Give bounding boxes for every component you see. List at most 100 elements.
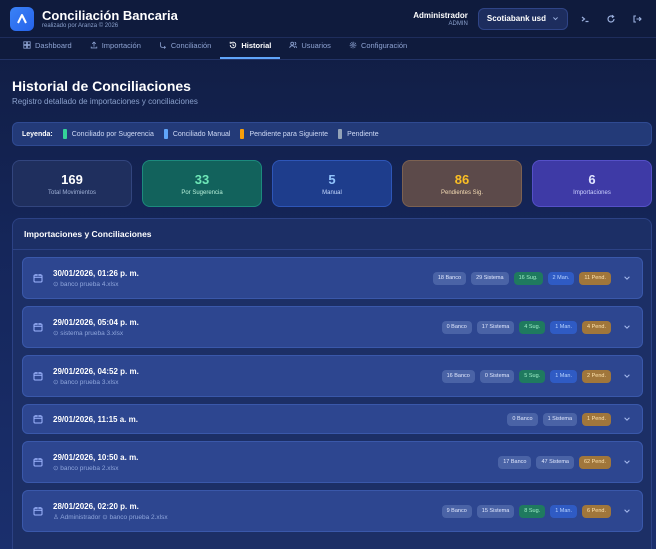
tab-conciliacion[interactable]: Conciliación — [150, 39, 220, 59]
legend-item-manual: Conciliado Manual — [163, 129, 230, 139]
badge-sistema: 47 Sistema — [536, 455, 574, 469]
legend-label: Conciliado por Sugerencia — [71, 130, 154, 138]
badge-sistema: 0 Sistema — [479, 369, 515, 383]
import-row[interactable]: 29/01/2026, 05:04 p. m. ⊙ sistema prueba… — [22, 306, 643, 348]
grid-icon — [23, 41, 31, 49]
tab-historial[interactable]: Historial — [220, 39, 281, 59]
row-badges: 0 Banco 17 Sistema 4 Sug. 1 Man. 4 Pend. — [441, 320, 632, 334]
row-meta: ⊙ sistema prueba 3.xlsx — [53, 329, 139, 337]
badge-sugerencia: 5 Sug. — [519, 369, 546, 383]
stat-pendientes-sig: 86 Pendientes Sig. — [402, 160, 522, 207]
legend-title: Leyenda: — [22, 130, 53, 138]
row-file: banco prueba 3.xlsx — [60, 378, 119, 386]
badge-pendiente: 62 Pend. — [578, 455, 611, 469]
badge-pendiente: 4 Pend. — [582, 320, 611, 334]
badge-banco: 18 Banco — [432, 271, 467, 285]
tab-dashboard[interactable]: Dashboard — [14, 39, 81, 59]
user-info: Administrador ADMIN — [413, 11, 468, 27]
badge-manual: 1 Man. — [550, 320, 578, 334]
refresh-icon[interactable] — [602, 10, 620, 28]
history-icon — [230, 41, 237, 49]
chevron-down-icon[interactable] — [622, 506, 632, 516]
legend-label: Pendiente — [347, 130, 379, 138]
app-logo — [10, 6, 34, 31]
top-header: Conciliación Bancaria realizado por Aran… — [0, 0, 656, 38]
badge-banco: 17 Banco — [498, 455, 532, 469]
brand: Conciliación Bancaria realizado por Aran… — [42, 8, 178, 29]
badge-banco: 0 Banco — [507, 412, 538, 426]
tab-label: Configuración — [360, 40, 408, 50]
legend-swatch — [163, 129, 168, 139]
calendar-icon — [33, 414, 44, 425]
row-badges: 16 Banco 0 Sistema 5 Sug. 1 Man. 2 Pend. — [441, 369, 632, 383]
badge-sugerencia: 4 Sug. — [519, 320, 546, 334]
row-meta: ⊙ banco prueba 3.xlsx — [53, 378, 139, 386]
calendar-icon — [33, 322, 44, 333]
row-date: 29/01/2026, 10:50 a. m. — [53, 452, 139, 462]
badge-banco: 16 Banco — [441, 369, 475, 383]
tab-importacion[interactable]: Importación — [81, 39, 150, 59]
row-date: 28/01/2026, 02:20 p. m. — [53, 501, 139, 511]
calendar-icon — [33, 457, 44, 468]
chevron-down-icon[interactable] — [622, 273, 632, 283]
stat-total-movimientos: 169 Total Movimientos — [12, 160, 132, 207]
badge-banco: 9 Banco — [441, 504, 472, 518]
app-title: Conciliación Bancaria — [42, 8, 178, 23]
stat-por-sugerencia: 33 Por Sugerencia — [142, 160, 262, 207]
row-text: 29/01/2026, 10:50 a. m. ⊙ banco prueba 2… — [53, 453, 138, 472]
badge-pendiente: 6 Pend. — [582, 504, 611, 518]
page-subtitle: Registro detallado de importaciones y co… — [12, 97, 198, 106]
legend: Leyenda: Conciliado por Sugerencia Conci… — [12, 122, 652, 146]
gear-icon — [349, 41, 357, 49]
stat-label: Pendientes Sig. — [440, 189, 484, 196]
terminal-icon[interactable] — [576, 10, 594, 28]
badge-sistema: 17 Sistema — [476, 320, 515, 334]
chevron-down-icon[interactable] — [622, 414, 632, 424]
panel-title: Importaciones y Conciliaciones — [13, 219, 651, 250]
tab-usuarios[interactable]: Usuarios — [280, 39, 340, 59]
logout-icon[interactable] — [628, 10, 646, 28]
stat-value: 33 — [194, 171, 210, 187]
upload-icon — [90, 41, 97, 49]
row-meta: ⊙ banco prueba 4.xlsx — [53, 280, 139, 288]
user-role: ADMIN — [448, 20, 468, 27]
import-row[interactable]: 29/01/2026, 11:15 a. m. 0 Banco 1 Sistem… — [22, 404, 643, 434]
import-row[interactable]: 29/01/2026, 04:52 p. m. ⊙ banco prueba 3… — [22, 355, 643, 397]
row-file: banco prueba 2.xlsx — [109, 513, 168, 521]
badge-sistema: 29 Sistema — [471, 271, 509, 285]
tab-configuracion[interactable]: Configuración — [340, 39, 416, 59]
row-badges: 0 Banco 1 Sistema 1 Pend. — [507, 412, 632, 426]
badge-manual: 1 Man. — [550, 504, 578, 518]
stat-value: 86 — [454, 171, 470, 187]
row-badges: 9 Banco 15 Sistema 8 Sug. 1 Man. 6 Pend. — [441, 504, 632, 518]
row-user: Administrador — [60, 513, 101, 521]
row-badges: 18 Banco 29 Sistema 16 Sug. 2 Man. 11 Pe… — [432, 271, 632, 285]
stat-manual: 5 Manual — [272, 160, 392, 207]
tab-label: Historial — [241, 40, 272, 50]
tab-label: Importación — [101, 40, 141, 50]
badge-pendiente: 11 Pend. — [579, 271, 611, 285]
bank-select[interactable]: Scotiabank usd — [477, 7, 568, 30]
row-text: 29/01/2026, 11:15 a. m. — [53, 415, 138, 424]
row-date: 29/01/2026, 04:52 p. m. — [53, 366, 139, 376]
import-row[interactable]: 29/01/2026, 10:50 a. m. ⊙ banco prueba 2… — [22, 441, 643, 483]
chevron-down-icon[interactable] — [622, 457, 632, 467]
row-file: banco prueba 4.xlsx — [60, 280, 119, 288]
import-row[interactable]: 28/01/2026, 02:20 p. m. ♙ Administrador … — [22, 490, 643, 532]
row-date: 29/01/2026, 05:04 p. m. — [53, 317, 139, 327]
row-meta: ♙ Administrador ⊙ banco prueba 2.xlsx — [53, 513, 168, 521]
row-file: banco prueba 2.xlsx — [60, 464, 119, 472]
calendar-icon — [33, 371, 44, 382]
stat-value: 5 — [328, 171, 336, 187]
badge-pendiente: 1 Pend. — [582, 412, 611, 426]
chevron-down-icon[interactable] — [622, 322, 632, 332]
chevron-down-icon[interactable] — [622, 371, 632, 381]
row-date: 30/01/2026, 01:26 p. m. — [53, 268, 139, 278]
legend-item-sugerencia: Conciliado por Sugerencia — [62, 129, 154, 139]
stats-row: 169 Total Movimientos 33 Por Sugerencia … — [12, 160, 652, 207]
legend-swatch — [338, 129, 343, 139]
chevron-down-icon — [553, 17, 558, 21]
legend-item-pendiente: Pendiente — [338, 129, 379, 139]
stat-label: Manual — [322, 189, 342, 196]
import-row[interactable]: 30/01/2026, 01:26 p. m. ⊙ banco prueba 4… — [22, 257, 643, 299]
